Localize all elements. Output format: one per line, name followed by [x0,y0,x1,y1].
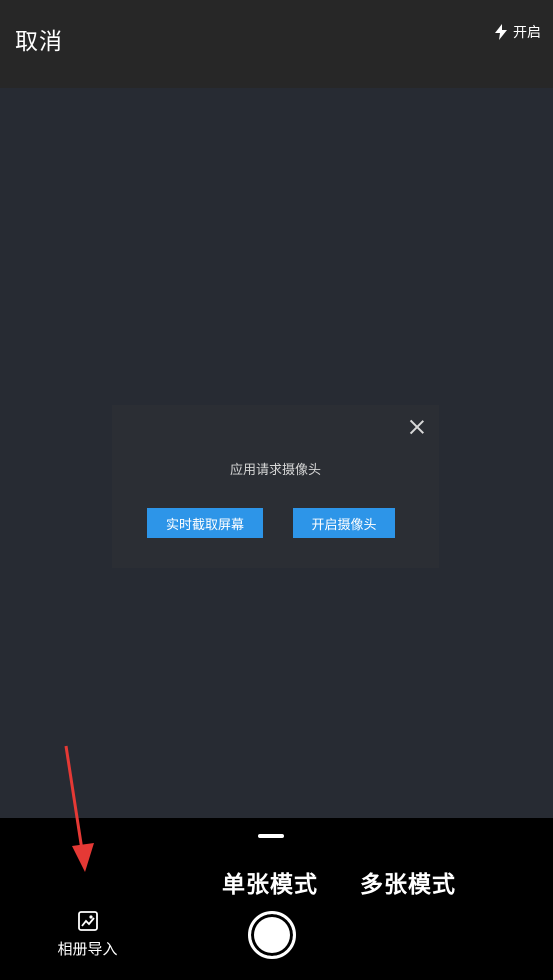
dialog-message: 应用请求摄像头 [229,463,321,478]
mode-multi[interactable]: 多张模式 [360,865,456,899]
bottom-bar: 单张模式 多张模式 相册导入 [0,818,553,980]
shutter-button[interactable] [248,911,296,959]
mode-indicator [258,834,284,838]
open-camera-button[interactable]: 开启摄像头 [293,508,395,538]
gallery-icon [77,911,98,931]
camera-permission-dialog: 应用请求摄像头 实时截取屏幕 开启摄像头 [112,405,439,568]
close-icon[interactable] [410,420,424,434]
album-import-label: 相册导入 [57,940,118,958]
album-import-button[interactable]: 相册导入 [50,910,125,959]
mode-single[interactable]: 单张模式 [222,865,318,899]
flash-toggle[interactable]: 开启 [495,22,541,42]
screen-capture-button[interactable]: 实时截取屏幕 [147,508,263,538]
top-bar: 取消 开启 [0,0,553,88]
cancel-button[interactable]: 取消 [15,31,63,54]
flash-label: 开启 [513,25,541,41]
flash-icon [495,24,507,40]
